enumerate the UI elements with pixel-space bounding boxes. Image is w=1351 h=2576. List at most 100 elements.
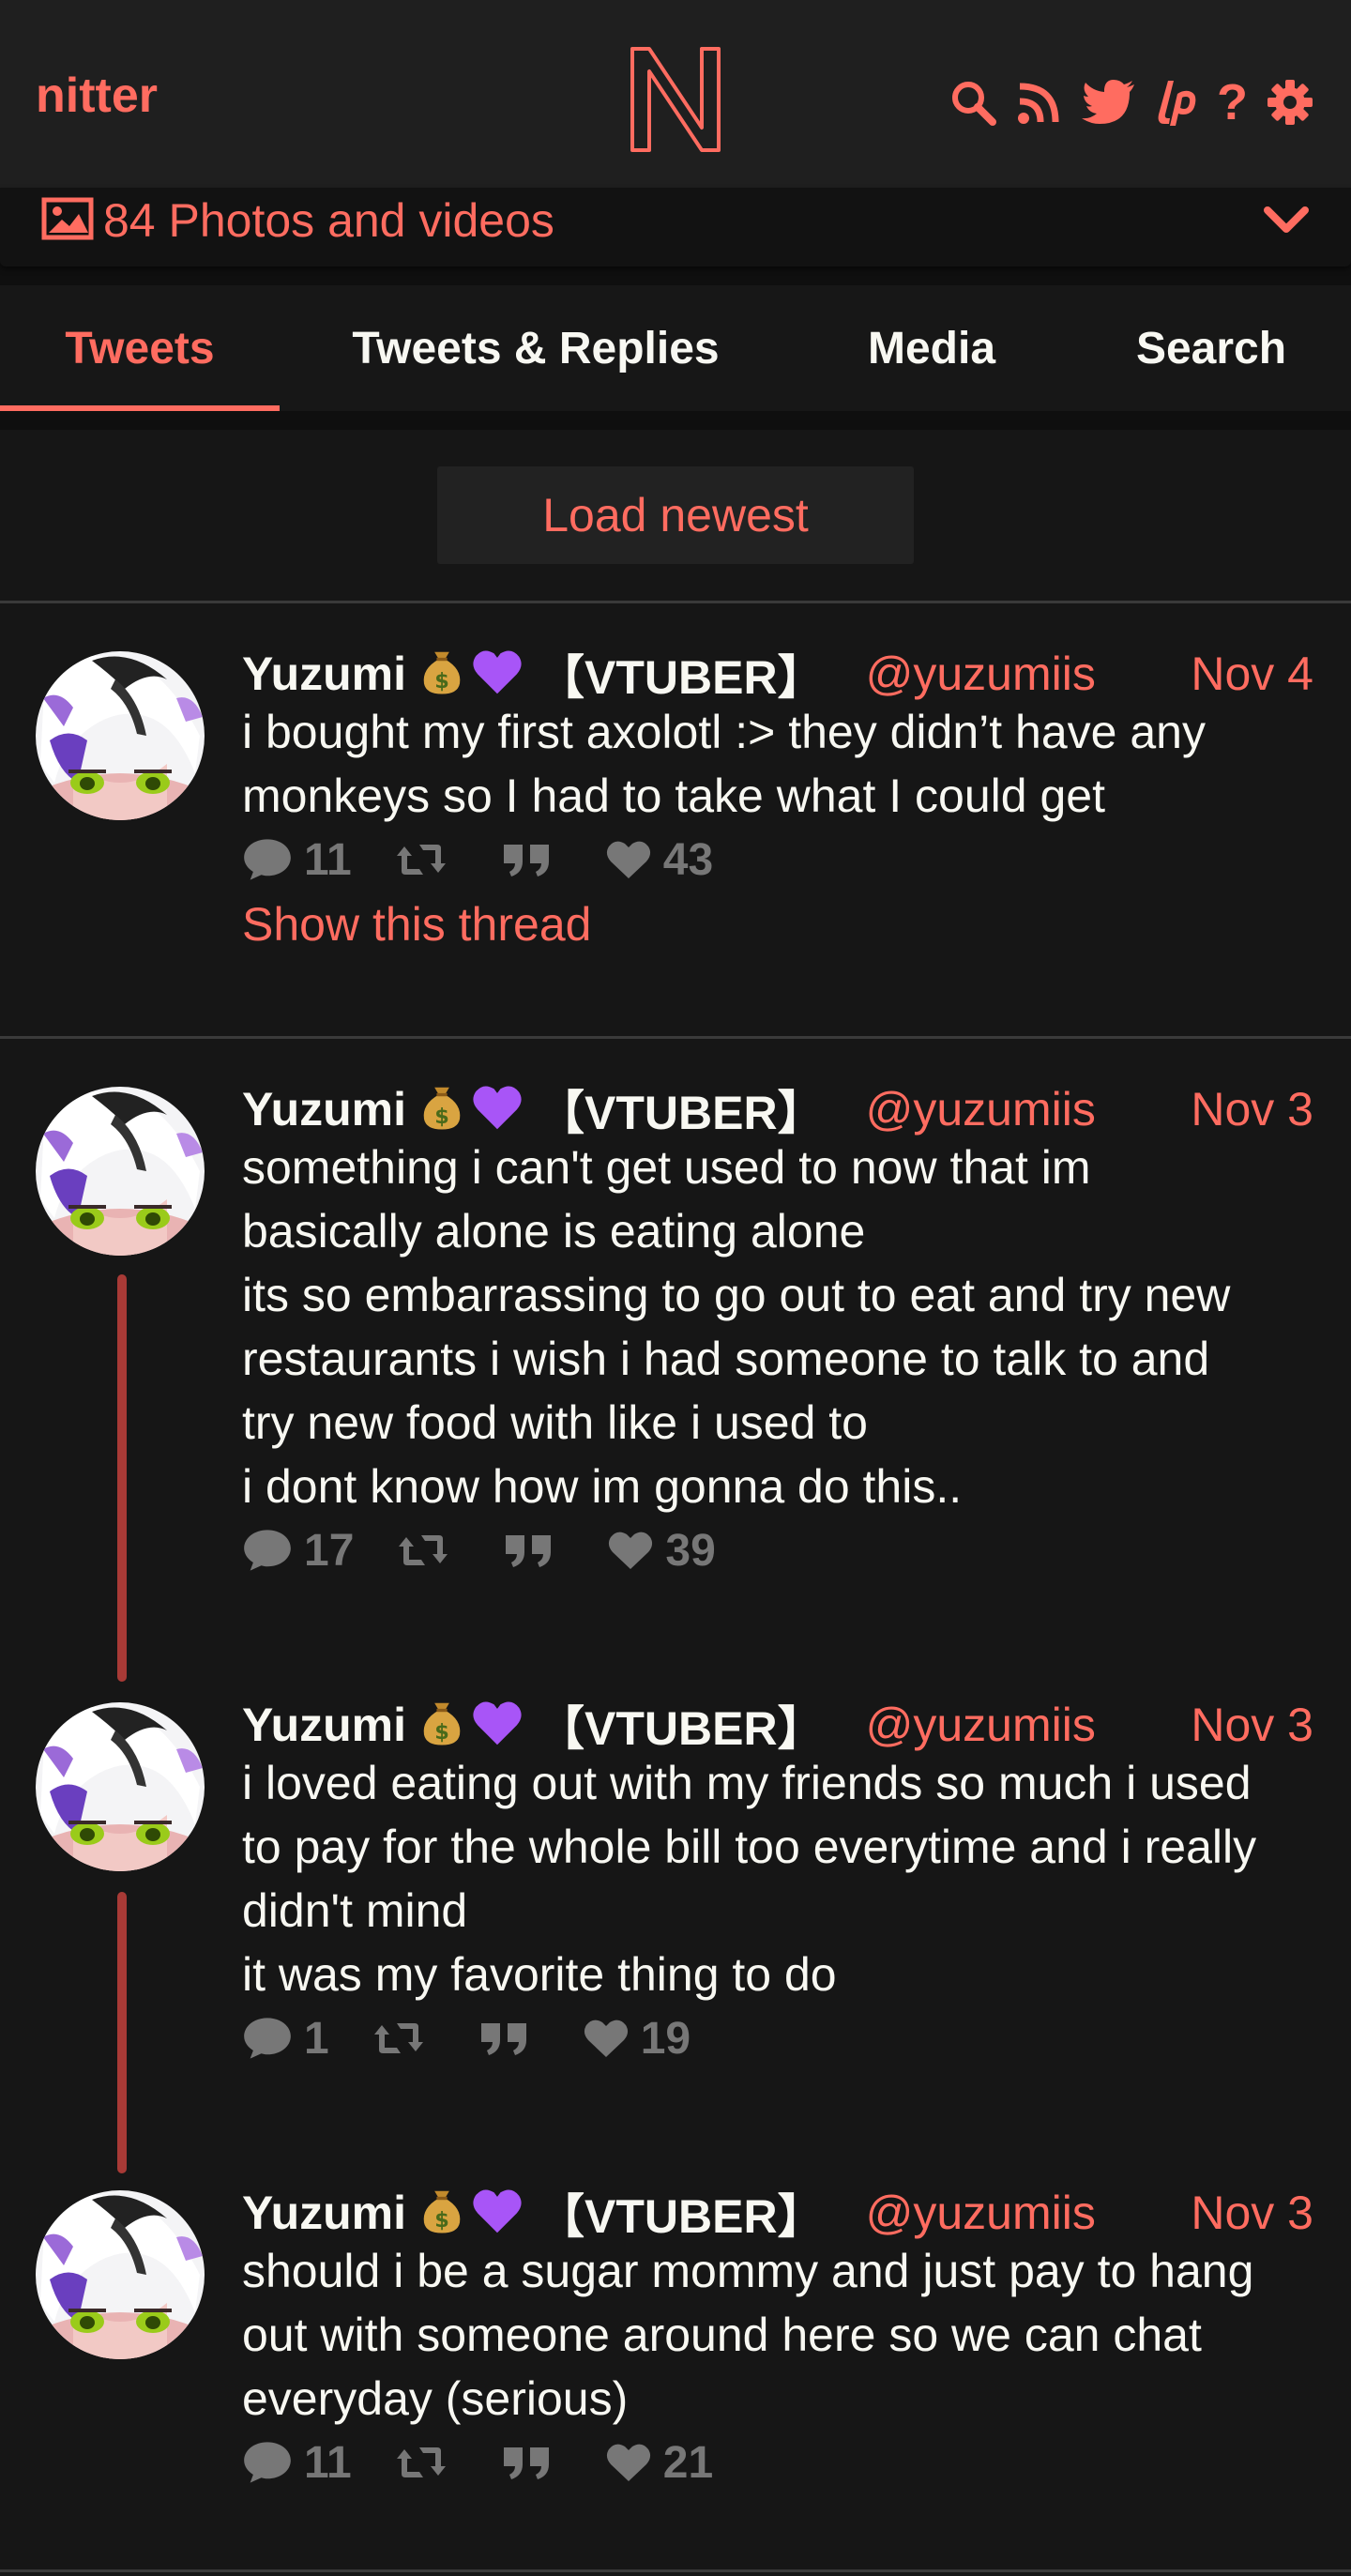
avatar[interactable] bbox=[36, 651, 205, 820]
like-count: 21 bbox=[662, 2437, 714, 2488]
quote-stat bbox=[504, 1532, 564, 1569]
tweet-date[interactable]: Nov 3 bbox=[1191, 1082, 1313, 1136]
tweet-fullname[interactable]: Yuzumi bbox=[242, 647, 406, 701]
profile-tabs: Tweets Tweets & Replies Media Search bbox=[0, 285, 1351, 411]
tweet-stats: 11 43 bbox=[242, 831, 756, 888]
tab-tweets[interactable]: Tweets bbox=[0, 285, 280, 411]
tweet-date[interactable]: Nov 3 bbox=[1191, 1698, 1313, 1752]
quote-icon bbox=[504, 1532, 553, 1569]
money-bag-icon bbox=[416, 1081, 468, 1138]
chevron-down-icon[interactable] bbox=[1263, 205, 1310, 241]
load-newest-button[interactable]: Load newest bbox=[437, 466, 914, 564]
photo-rail-header[interactable]: 84 Photos and videos bbox=[0, 188, 1351, 267]
retweet-stat bbox=[372, 2020, 436, 2057]
like-stat: 43 bbox=[605, 834, 713, 886]
tweet-fullname[interactable]: Yuzumi bbox=[242, 2186, 406, 2240]
reply-stat: 17 bbox=[242, 1525, 354, 1577]
nitter-logo[interactable] bbox=[627, 43, 724, 156]
comment-icon bbox=[242, 2440, 293, 2485]
like-icon bbox=[583, 2018, 630, 2059]
like-count: 19 bbox=[640, 2013, 691, 2064]
retweet-icon bbox=[372, 2020, 425, 2057]
help-icon[interactable]: ? bbox=[1217, 73, 1248, 131]
tweet-handle[interactable]: @yuzumiis bbox=[866, 1698, 1096, 1752]
divider bbox=[0, 2569, 1351, 2572]
quote-stat bbox=[502, 2444, 562, 2481]
tweet-header: Yuzumi 【VTUBER】 @yuzumiis Nov 3 bbox=[242, 1693, 1313, 1757]
like-icon bbox=[607, 1530, 654, 1571]
like-count: 43 bbox=[662, 834, 714, 885]
purple-heart-icon bbox=[470, 2184, 524, 2243]
reply-count: 1 bbox=[304, 2013, 329, 2064]
tweet-handle[interactable]: @yuzumiis bbox=[866, 647, 1096, 701]
divider bbox=[0, 601, 1351, 603]
show-thread-link[interactable]: Show this thread bbox=[242, 897, 591, 952]
tweet-handle[interactable]: @yuzumiis bbox=[866, 2186, 1096, 2240]
tweet-content: something i can't get used to now that i… bbox=[242, 1141, 1231, 1513]
tweet-item[interactable]: Yuzumi 【VTUBER】 @yuzumiis Nov 3 somethin… bbox=[0, 1077, 1351, 1682]
comment-icon bbox=[242, 2016, 293, 2061]
picture-icon bbox=[41, 197, 94, 245]
timeline: Load newest Yuzumi 【VTUBER】 @yuzumiis No… bbox=[0, 430, 1351, 2576]
photo-rail-label: 84 Photos and videos bbox=[103, 194, 554, 247]
tweet-fullname[interactable]: Yuzumi bbox=[242, 1082, 406, 1136]
tweet-name-tag: 【VTUBER】 bbox=[538, 651, 825, 704]
navbar: nitter ? bbox=[0, 0, 1351, 188]
tweet-name-tag: 【VTUBER】 bbox=[538, 1087, 825, 1139]
retweet-icon bbox=[395, 841, 448, 878]
thread-line bbox=[117, 1892, 127, 2173]
purple-heart-icon bbox=[470, 1696, 524, 1755]
divider bbox=[0, 1036, 1351, 1039]
purple-heart-icon bbox=[470, 1080, 524, 1139]
money-bag-icon bbox=[416, 646, 468, 703]
tab-tweets-and-replies[interactable]: Tweets & Replies bbox=[280, 285, 792, 411]
retweet-stat bbox=[395, 2444, 459, 2481]
quote-icon bbox=[502, 841, 551, 878]
quote-icon bbox=[479, 2020, 528, 2057]
tweet-item[interactable]: Yuzumi 【VTUBER】 @yuzumiis Nov 4 i bought… bbox=[0, 642, 1351, 951]
tab-media[interactable]: Media bbox=[792, 285, 1071, 411]
tweet-header: Yuzumi 【VTUBER】 @yuzumiis Nov 4 bbox=[242, 642, 1313, 706]
rss-icon[interactable] bbox=[1016, 79, 1063, 126]
reply-stat: 11 bbox=[242, 2437, 352, 2489]
settings-icon[interactable] bbox=[1267, 79, 1313, 126]
tweet-item[interactable]: Yuzumi 【VTUBER】 @yuzumiis Nov 3 should i… bbox=[0, 2181, 1351, 2538]
tweet-name-tag: 【VTUBER】 bbox=[538, 1702, 825, 1755]
tweet-stats: 11 21 bbox=[242, 2434, 756, 2491]
tab-search[interactable]: Search bbox=[1071, 285, 1351, 411]
reply-count: 11 bbox=[304, 834, 352, 885]
avatar[interactable] bbox=[36, 1087, 205, 1256]
tweet-content: i bought my first axolotl :> they didn’t… bbox=[242, 706, 1206, 822]
reply-stat: 1 bbox=[242, 2013, 329, 2065]
liberapay-icon[interactable] bbox=[1155, 77, 1198, 128]
search-icon[interactable] bbox=[949, 78, 997, 127]
thread-line bbox=[117, 1274, 127, 1682]
tabs-separator bbox=[0, 411, 1351, 430]
tweet-handle[interactable]: @yuzumiis bbox=[866, 1082, 1096, 1136]
tweet-content: should i be a sugar mommy and just pay t… bbox=[242, 2245, 1254, 2425]
quote-icon bbox=[502, 2444, 551, 2481]
reply-stat: 11 bbox=[242, 834, 352, 886]
tweet-name-tag: 【VTUBER】 bbox=[538, 2190, 825, 2243]
tweet-content: i loved eating out with my friends so mu… bbox=[242, 1757, 1257, 2001]
retweet-stat bbox=[395, 841, 459, 878]
tweet-header: Yuzumi 【VTUBER】 @yuzumiis Nov 3 bbox=[242, 2181, 1313, 2245]
comment-icon bbox=[242, 1528, 293, 1573]
avatar[interactable] bbox=[36, 2190, 205, 2359]
avatar[interactable] bbox=[36, 1702, 205, 1871]
quote-stat bbox=[479, 2020, 539, 2057]
tweet-fullname[interactable]: Yuzumi bbox=[242, 1698, 406, 1752]
tweet-stats: 1 19 bbox=[242, 2010, 734, 2066]
twitter-icon[interactable] bbox=[1082, 79, 1136, 126]
comment-icon bbox=[242, 837, 293, 882]
money-bag-icon bbox=[416, 1697, 468, 1754]
like-stat: 21 bbox=[605, 2437, 713, 2489]
purple-heart-icon bbox=[470, 645, 524, 704]
like-count: 39 bbox=[665, 1525, 716, 1576]
tweet-date[interactable]: Nov 4 bbox=[1191, 647, 1313, 701]
like-icon bbox=[605, 2442, 652, 2483]
tweet-item[interactable]: Yuzumi 【VTUBER】 @yuzumiis Nov 3 i loved … bbox=[0, 1693, 1351, 2173]
retweet-icon bbox=[397, 1532, 449, 1569]
brand-link[interactable]: nitter bbox=[36, 68, 158, 124]
tweet-date[interactable]: Nov 3 bbox=[1191, 2186, 1313, 2240]
